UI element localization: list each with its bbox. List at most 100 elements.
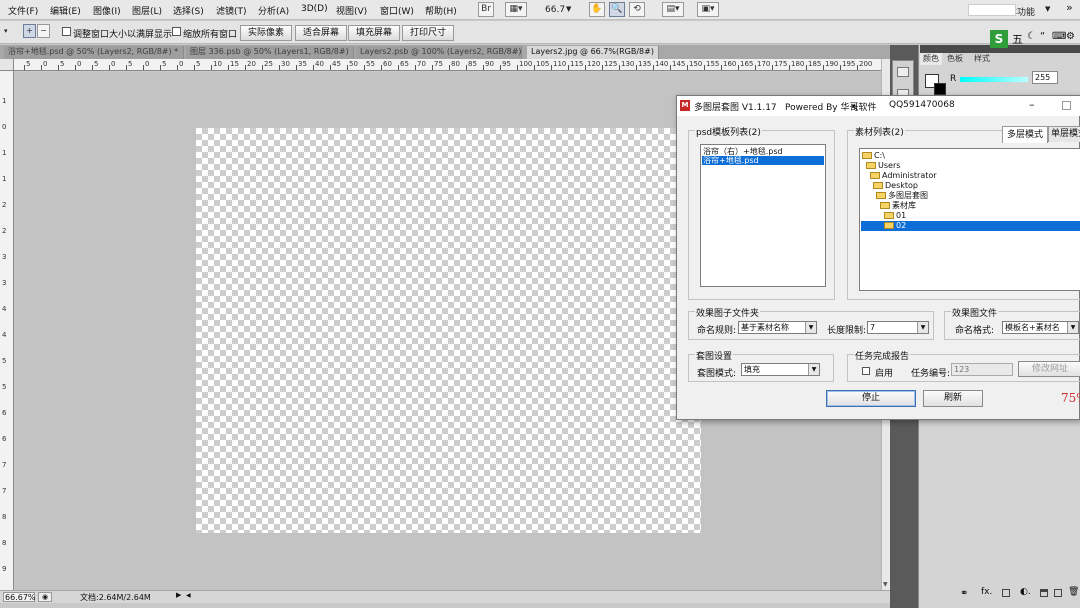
- enable-report-checkbox[interactable]: [862, 367, 870, 375]
- psd-template-list[interactable]: 浴帘（右）+地毯.psd 浴帘+地毯.psd: [700, 144, 826, 287]
- arrange-documents-icon[interactable]: ▤▾: [662, 2, 684, 17]
- refresh-button[interactable]: 刷新: [923, 390, 983, 407]
- tree-node[interactable]: 素材库: [861, 201, 1080, 211]
- layer-mask-icon[interactable]: [1002, 589, 1010, 597]
- menu-3d[interactable]: 3D(D): [301, 4, 328, 14]
- tab-swatches[interactable]: 色板: [944, 53, 966, 65]
- horizontal-ruler[interactable]: 5 0 5 0 5 0 5 0 5 0 5 10 15 20 25 30 35 40 45 50 55 60 65 70 75 8…: [14, 59, 883, 71]
- layer-style-icon[interactable]: fx.: [981, 587, 992, 597]
- naming-format-select[interactable]: 模板名+素材名 ▼: [1002, 321, 1079, 334]
- tree-node[interactable]: Users: [861, 161, 1080, 171]
- tree-node[interactable]: C:\: [861, 151, 1080, 161]
- ruler-tick-label: 135: [638, 60, 652, 68]
- ruler-origin[interactable]: [0, 59, 14, 71]
- settings-icon[interactable]: ⚙: [1066, 31, 1075, 42]
- doc-tab[interactable]: 浴帘+地毯.psd @ 50% (Layers2, RGB/8#) *: [4, 46, 184, 59]
- menu-select[interactable]: 选择(S): [173, 4, 204, 17]
- menu-edit[interactable]: 编辑(E): [50, 4, 81, 17]
- list-item[interactable]: 浴帘（右）+地毯.psd: [702, 147, 824, 156]
- ruler-tick-label: 1: [2, 175, 7, 183]
- vertical-ruler[interactable]: 1 0 1 1 2 2 3 3 4 4 5 5 6 6 7 7 8 8 9: [0, 71, 14, 590]
- doc-tab[interactable]: Layers2.psb @ 100% (Layers2, RGB/8#) *: [356, 46, 522, 59]
- zoom-in-icon[interactable]: +: [23, 24, 36, 38]
- transparent-canvas[interactable]: [196, 128, 701, 533]
- powered-by-label: Powered By 华哥软件: [785, 103, 877, 113]
- ruler-tick-label: 1: [2, 97, 7, 105]
- document-size-info: 文档:2.64M/2.64M: [80, 593, 151, 602]
- menu-view[interactable]: 视图(V): [336, 4, 367, 17]
- menu-filter[interactable]: 滤镜(T): [216, 4, 247, 17]
- keyboard-icon[interactable]: ⌨: [1052, 31, 1066, 42]
- menu-analysis[interactable]: 分析(A): [258, 4, 289, 17]
- status-info-icon[interactable]: ◉: [38, 592, 52, 602]
- menu-help[interactable]: 帮助(H): [425, 4, 457, 17]
- doc-tab[interactable]: 图层 336.psb @ 50% (Layers1, RGB/8#): [186, 46, 354, 59]
- menu-image[interactable]: 图像(I): [93, 4, 121, 17]
- maximize-icon[interactable]: [1062, 101, 1071, 110]
- minimize-icon[interactable]: –: [1029, 98, 1035, 111]
- tree-node[interactable]: 01: [861, 211, 1080, 221]
- background-color-swatch[interactable]: [934, 83, 946, 95]
- task-number-input[interactable]: [951, 363, 1013, 376]
- ime-logo-icon[interactable]: S: [990, 30, 1008, 48]
- ruler-tick: [670, 65, 671, 70]
- menu-file[interactable]: 文件(F): [8, 4, 38, 17]
- naming-rule-select[interactable]: 基于素材名称 ▼: [738, 321, 817, 334]
- zoom-tool-icon[interactable]: 🔍: [609, 2, 625, 17]
- length-limit-select[interactable]: 7 ▼: [867, 321, 929, 334]
- resize-windows-checkbox[interactable]: [62, 27, 71, 36]
- print-size-button[interactable]: 打印尺寸: [402, 25, 455, 41]
- view-extras-icon[interactable]: ▦▾: [505, 2, 527, 17]
- menu-window[interactable]: 窗口(W): [380, 4, 414, 17]
- menu-layer[interactable]: 图层(L): [132, 4, 162, 17]
- moon-icon[interactable]: ☾: [1027, 31, 1036, 42]
- zoom-out-icon[interactable]: −: [37, 24, 50, 38]
- hand-tool-icon[interactable]: ✋: [589, 2, 605, 17]
- bridge-icon[interactable]: Br: [478, 2, 494, 17]
- chevron-down-icon[interactable]: ▼: [1045, 5, 1050, 13]
- punctuation-icon[interactable]: “: [1040, 31, 1045, 42]
- material-folder-tree[interactable]: C:\ Users Administrator Desktop 多图层套图 素材…: [859, 148, 1080, 291]
- tree-node[interactable]: Administrator: [861, 171, 1080, 181]
- scroll-down-arrow-icon[interactable]: ▼: [883, 581, 888, 588]
- scroll-left-arrow-icon[interactable]: ◀: [186, 592, 191, 599]
- tab-multi-layer-mode[interactable]: 多层模式: [1002, 126, 1048, 143]
- ime-mode-label[interactable]: 五: [1012, 31, 1023, 47]
- tree-node[interactable]: 多图层套图: [861, 191, 1080, 201]
- history-panel-icon[interactable]: [897, 67, 909, 77]
- tree-node-selected[interactable]: 02: [861, 221, 1080, 231]
- group-icon[interactable]: [1040, 589, 1048, 597]
- rotate-view-icon[interactable]: ⟲: [629, 2, 645, 17]
- status-menu-arrow-icon[interactable]: ▶: [176, 591, 181, 599]
- tool-preset-arrow-icon[interactable]: ▾: [4, 27, 8, 35]
- adjustment-layer-icon[interactable]: ◐.: [1020, 587, 1031, 597]
- trash-icon[interactable]: 🗑: [1068, 587, 1079, 597]
- fill-screen-button[interactable]: 填充屏幕: [348, 25, 401, 41]
- modify-url-button[interactable]: 修改网址: [1018, 361, 1080, 377]
- zoom-level-display[interactable]: 66.7: [545, 5, 565, 15]
- zoom-all-windows-checkbox[interactable]: [172, 27, 181, 36]
- zoom-field[interactable]: 66.67%: [3, 592, 36, 602]
- fit-screen-button[interactable]: 适合屏幕: [295, 25, 348, 41]
- tab-single-layer-mode[interactable]: 单层模式: [1048, 126, 1080, 142]
- screen-mode-icon[interactable]: ▣▾: [697, 2, 719, 17]
- ruler-tick-label: 140: [655, 60, 669, 68]
- tab-color[interactable]: 颜色: [920, 53, 942, 65]
- red-channel-value[interactable]: 255: [1032, 71, 1058, 84]
- set-mode-select[interactable]: 填充 ▼: [741, 363, 820, 376]
- new-layer-icon[interactable]: [1054, 589, 1062, 597]
- tree-node[interactable]: Desktop: [861, 181, 1080, 191]
- actual-pixels-button[interactable]: 实际像素: [240, 25, 293, 41]
- ruler-tick: [347, 65, 348, 70]
- more-icon[interactable]: »: [1066, 1, 1073, 14]
- red-channel-slider[interactable]: [960, 77, 1028, 82]
- ruler-tick-label: 175: [774, 60, 788, 68]
- ruler-tick-label: 5: [162, 60, 167, 68]
- list-item-selected[interactable]: 浴帘+地毯.psd: [702, 156, 824, 165]
- ruler-tick: [704, 65, 705, 70]
- doc-tab-active[interactable]: Layers2.jpg @ 66.7%(RGB/8#): [527, 46, 659, 59]
- link-layers-icon[interactable]: ⚭: [960, 588, 968, 599]
- stop-button[interactable]: 停止: [826, 390, 916, 407]
- chevron-down-icon[interactable]: ▼: [566, 5, 571, 13]
- tab-styles[interactable]: 样式: [971, 53, 993, 65]
